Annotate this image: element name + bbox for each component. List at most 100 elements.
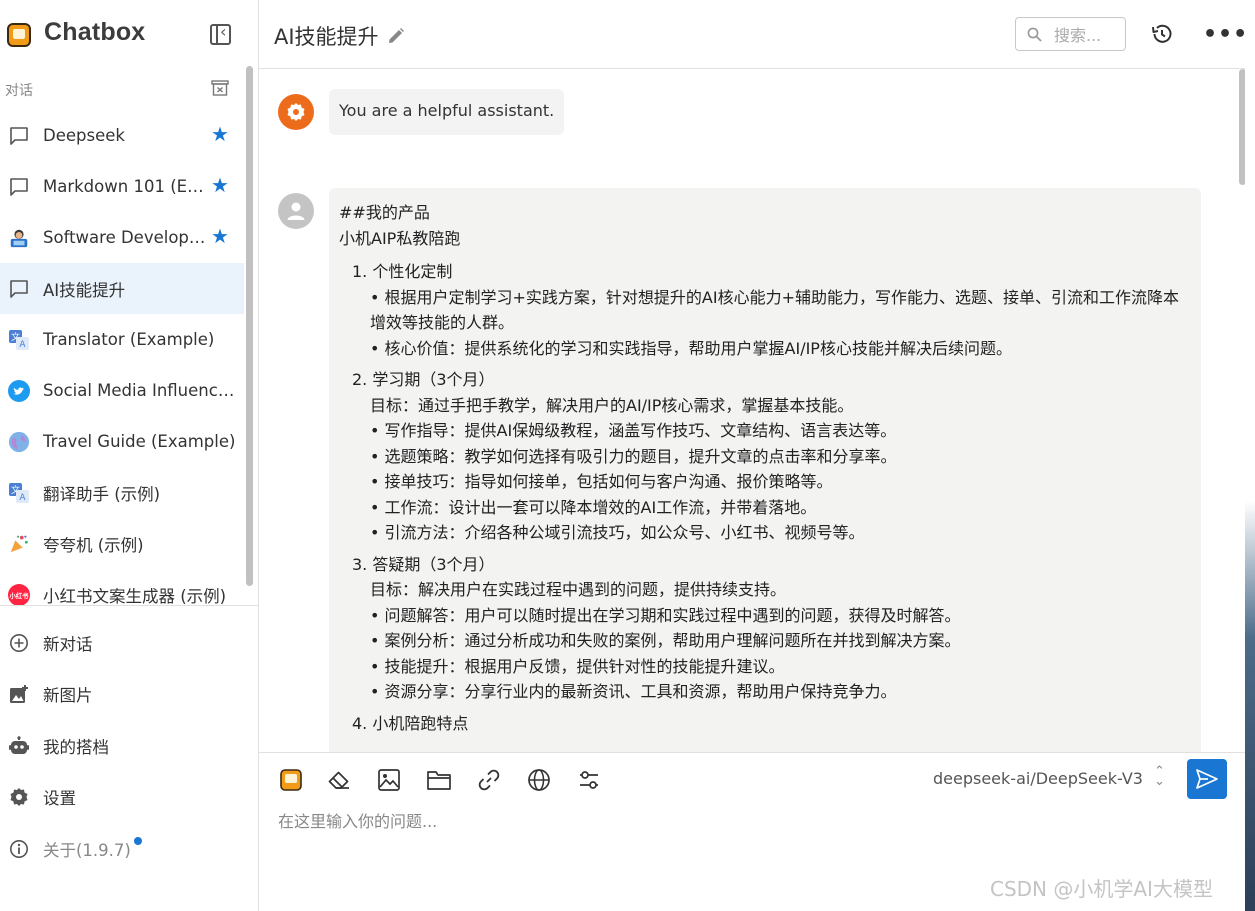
conversation-list: Deepseek ★ Markdown 101 (Example) ★ bbox=[0, 110, 244, 620]
send-button[interactable] bbox=[1187, 759, 1227, 799]
sidebar-divider bbox=[0, 605, 258, 606]
svg-text:A: A bbox=[19, 493, 26, 503]
search-box[interactable] bbox=[1015, 17, 1126, 51]
conversation-label: Software Developer (Example) bbox=[43, 228, 208, 247]
list-item: 4. 小机陪跑特点 bbox=[352, 711, 1189, 737]
conversation-item-translation-assistant[interactable]: 文 A 翻译助手 (示例) bbox=[0, 467, 244, 518]
brand: Chatbox bbox=[0, 0, 258, 68]
sidebar-scrollbar[interactable] bbox=[246, 66, 253, 586]
list-item-title: 1. 个性化定制 bbox=[352, 262, 453, 281]
settings-sliders-icon[interactable] bbox=[576, 767, 602, 793]
message-input[interactable] bbox=[278, 808, 1178, 868]
confetti-icon bbox=[8, 533, 30, 555]
list-item: 2. 学习期（3个月） 目标：通过手把手教学，解决用户的AI/IP核心需求，掌握… bbox=[352, 367, 1189, 546]
image-icon[interactable] bbox=[376, 767, 402, 793]
message-composer: deepseek-ai/DeepSeek-V3 ⌃⌄ CSDN @小机学AI大模… bbox=[259, 752, 1245, 911]
settings-button[interactable]: 设置 bbox=[0, 772, 258, 824]
web-search-globe-icon[interactable] bbox=[526, 767, 552, 793]
eraser-icon[interactable] bbox=[326, 767, 352, 793]
conversation-label: Social Media Influencer (Example) bbox=[43, 381, 243, 400]
chat-bubble-icon bbox=[8, 176, 30, 198]
list-item-line: • 选题策略：教学如何选择有吸引力的题目，提升文章的点击率和分享率。 bbox=[370, 446, 897, 466]
twitter-icon bbox=[8, 379, 30, 402]
star-icon[interactable]: ★ bbox=[211, 226, 229, 246]
conversation-item-xiaohongshu-generator[interactable]: 小红书 小红书文案生成器 (示例) bbox=[0, 569, 244, 620]
about-button[interactable]: 关于(1.9.7) bbox=[0, 823, 258, 875]
search-icon bbox=[1027, 27, 1042, 42]
star-icon[interactable]: ★ bbox=[211, 124, 229, 144]
watermark: CSDN @小机学AI大模型 bbox=[990, 877, 1213, 901]
collapse-sidebar-button[interactable] bbox=[210, 22, 231, 45]
new-chat-button[interactable]: 新对话 bbox=[0, 617, 258, 669]
conversation-label: Deepseek bbox=[43, 126, 125, 145]
list-item-line: • 核心价值：提供系统化的学习和实践指导，帮助用户掌握AI/IP核心技能并解决后… bbox=[370, 338, 1012, 358]
chatbox-logo-icon[interactable] bbox=[278, 767, 304, 793]
list-item-line: 目标：解决用户在实践过程中遇到的问题，提供持续支持。 bbox=[370, 580, 787, 599]
conversation-item-translator[interactable]: 文 A Translator (Example) bbox=[0, 314, 244, 365]
chatbox-logo-icon bbox=[7, 23, 31, 47]
conversation-item-ai-skills[interactable]: AI技能提升 bbox=[0, 263, 244, 314]
conversation-item-markdown-101[interactable]: Markdown 101 (Example) ★ bbox=[0, 161, 244, 212]
desktop-background-strip bbox=[1245, 0, 1255, 911]
history-icon[interactable] bbox=[1150, 22, 1174, 46]
chevron-up-down-icon[interactable]: ⌃ ⌄ bbox=[1154, 765, 1165, 788]
gear-icon bbox=[9, 787, 29, 807]
conversation-item-social-media-influencer[interactable]: Social Media Influencer (Example) bbox=[0, 365, 244, 416]
xiaohongshu-logo-text: 小红书 bbox=[9, 590, 30, 599]
developer-avatar-icon bbox=[8, 227, 30, 249]
conversation-label: Travel Guide (Example) bbox=[43, 432, 236, 451]
link-icon[interactable] bbox=[476, 767, 502, 793]
chat-bubble-icon bbox=[8, 125, 30, 147]
conversation-item-praise-bot[interactable]: 夸夸机 (示例) bbox=[0, 518, 244, 569]
conversation-label: 夸夸机 (示例) bbox=[43, 535, 144, 555]
edit-title-icon[interactable] bbox=[387, 27, 405, 45]
conversation-item-travel-guide[interactable]: Travel Guide (Example) bbox=[0, 416, 244, 467]
person-icon bbox=[287, 202, 305, 220]
new-image-button[interactable]: 新图片 bbox=[0, 669, 258, 721]
star-icon[interactable]: ★ bbox=[211, 175, 229, 195]
my-partners-button[interactable]: 我的搭档 bbox=[0, 720, 258, 772]
list-item: 1. 个性化定制 • 根据用户定制学习+实践方案，针对想提升的AI核心能力+辅助… bbox=[352, 259, 1189, 361]
model-selector[interactable]: deepseek-ai/DeepSeek-V3 bbox=[933, 769, 1143, 788]
list-item-line: • 引流方法：介绍各种公域引流技巧，如公众号、小红书、视频号等。 bbox=[370, 523, 865, 542]
message-heading: ##我的产品 bbox=[339, 203, 430, 222]
robot-icon bbox=[9, 735, 29, 756]
system-message: You are a helpful assistant. bbox=[329, 89, 565, 135]
list-item-line: • 写作指导：提供AI保姆级教程，涵盖写作技巧、文章结构、语言表达等。 bbox=[370, 421, 897, 440]
menu-label: 新图片 bbox=[43, 686, 93, 706]
conversation-item-software-developer[interactable]: Software Developer (Example) ★ bbox=[0, 212, 244, 263]
clear-conversations-icon[interactable] bbox=[211, 80, 229, 96]
system-avatar bbox=[278, 94, 314, 130]
gear-icon bbox=[287, 103, 305, 121]
sidebar: Chatbox 对话 Deepseek ★ Markdow bbox=[0, 0, 259, 911]
globe-icon bbox=[8, 431, 30, 453]
search-input[interactable] bbox=[1054, 24, 1122, 46]
list-item-line: • 工作流：设计出一套可以降本增效的AI工作流，并带着落地。 bbox=[370, 497, 817, 517]
user-message: ##我的产品 小机AIP私教陪跑 1. 个性化定制 • 根据用户定制学习+实践方… bbox=[329, 188, 1201, 752]
plus-circle-icon bbox=[9, 633, 29, 653]
translator-icon: 文 A bbox=[8, 482, 30, 504]
chat-title: AI技能提升 bbox=[274, 25, 379, 49]
menu-label: 新对话 bbox=[43, 634, 93, 654]
list-item-title: 2. 学习期（3个月） bbox=[352, 370, 495, 389]
ordered-list: 1. 个性化定制 • 根据用户定制学习+实践方案，针对想提升的AI核心能力+辅助… bbox=[339, 259, 1189, 736]
list-item-line: • 案例分析：通过分析成功和失败的案例，帮助用户理解问题所在并找到解决方案。 bbox=[370, 631, 961, 650]
sidebar-menu: 新对话 新图片 我的搭档 设置 关于(1.9.7) bbox=[0, 617, 258, 875]
conversation-label: Markdown 101 (Example) bbox=[43, 177, 208, 196]
conversation-label: 翻译助手 (示例) bbox=[43, 484, 161, 504]
conversation-item-deepseek[interactable]: Deepseek ★ bbox=[0, 110, 244, 161]
message-list: You are a helpful assistant. ##我的产品 小机AI… bbox=[259, 69, 1245, 752]
chat-bubble-icon bbox=[8, 278, 30, 300]
info-icon bbox=[9, 839, 29, 859]
menu-label: 关于(1.9.7) bbox=[43, 840, 131, 860]
list-item-line: • 资源分享：分享行业内的最新资讯、工具和资源，帮助用户保持竞争力。 bbox=[370, 682, 897, 701]
send-icon bbox=[1196, 769, 1218, 789]
list-item-line: 目标：通过手把手教学，解决用户的AI/IP核心需求，掌握基本技能。 bbox=[370, 395, 854, 415]
more-options-icon[interactable]: ••• bbox=[1203, 24, 1248, 46]
app-name: Chatbox bbox=[44, 18, 146, 46]
chat-main: AI技能提升 ••• You are a helpful assistant. bbox=[259, 0, 1255, 911]
folder-icon[interactable] bbox=[426, 767, 452, 793]
list-item-line: • 问题解答：用户可以随时提出在学习期和实践过程中遇到的问题，获得及时解答。 bbox=[370, 605, 961, 625]
menu-label: 我的搭档 bbox=[43, 737, 109, 757]
menu-label: 设置 bbox=[43, 789, 76, 809]
